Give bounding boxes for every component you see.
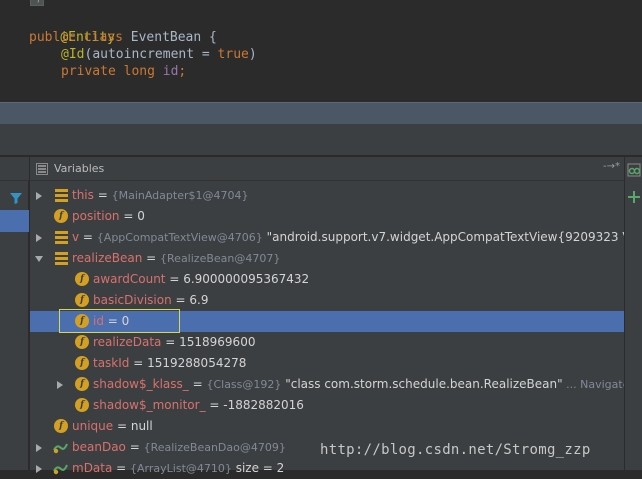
object-icon [55, 252, 68, 265]
right-tool-strip [624, 157, 642, 470]
variables-header: Variables -→* [30, 157, 624, 181]
object-icon [55, 231, 68, 244]
watermark: http://blog.csdn.net/Stromg_zzp [320, 442, 591, 458]
field-icon: f [75, 272, 89, 286]
link-field-icon [53, 443, 68, 454]
code-line-2: public class EventBean { [29, 30, 217, 45]
field-icon: f [75, 398, 89, 412]
field-icon: f [75, 335, 89, 349]
code-line-1: @Entity [60, 30, 116, 45]
field-icon: f [54, 419, 68, 433]
fold-marker[interactable]: */ [30, 0, 44, 6]
pin-icon[interactable]: -→* [603, 161, 620, 172]
tree-row-v[interactable]: v = {AppCompatTextView@4706} "android.su… [30, 227, 624, 248]
tree-row-mData[interactable]: mData = {ArrayList@4710} size = 2 [30, 458, 624, 479]
field-icon: f [75, 293, 89, 307]
collapse-arrow-icon[interactable] [35, 256, 43, 262]
debug-tool-header [0, 102, 642, 124]
navigate-link[interactable]: ... Navigate [563, 378, 624, 391]
tree-row-shadow-monitor[interactable]: f shadow$_monitor_ = -1882882016 [30, 395, 624, 416]
code-line-3: @Id(autoincrement = true) [61, 47, 257, 62]
tree-row-basicDivision[interactable]: f basicDivision = 6.9 [30, 290, 624, 311]
field-icon: f [75, 377, 89, 391]
frames-panel [0, 157, 29, 470]
link-field-icon [53, 464, 68, 475]
expand-arrow-icon[interactable] [36, 192, 42, 200]
add-watch-icon[interactable] [627, 190, 641, 204]
variables-title: Variables [54, 162, 105, 175]
filter-icon[interactable] [9, 191, 23, 205]
tree-row-unique[interactable]: f unique = null [30, 416, 624, 437]
selected-frame[interactable] [0, 210, 29, 232]
frames-header [0, 157, 29, 181]
code-editor[interactable]: */ @Entity public class EventBean { @Id(… [0, 0, 642, 100]
expand-arrow-icon[interactable] [36, 444, 42, 452]
code-line-4: private long id; [61, 64, 187, 79]
object-icon [55, 189, 68, 202]
tree-row-taskId[interactable]: f taskId = 1519288054278 [30, 353, 624, 374]
expand-arrow-icon[interactable] [36, 234, 42, 242]
field-icon: f [54, 209, 68, 223]
tree-row-position[interactable]: f position = 0 [30, 206, 624, 227]
debug-toolbar [0, 124, 642, 156]
watches-icon[interactable] [627, 163, 641, 177]
tree-row-shadow-klass[interactable]: f shadow$_klass_ = {Class@192} "class co… [30, 374, 624, 395]
tree-row-awardCount[interactable]: f awardCount = 6.900000095367432 [30, 269, 624, 290]
variables-icon [36, 163, 48, 175]
highlight-box [59, 309, 180, 333]
tree-row-realizeBean[interactable]: realizeBean = {RealizeBean@4707} [30, 248, 624, 269]
field-icon: f [75, 356, 89, 370]
tree-row-this[interactable]: this = {MainAdapter$1@4704} [30, 185, 624, 206]
tree-row-realizeData[interactable]: f realizeData = 1518969600 [30, 332, 624, 353]
expand-arrow-icon[interactable] [57, 381, 63, 389]
variables-panel: Variables -→* this = {MainAdapter$1@4704… [30, 157, 624, 475]
expand-arrow-icon[interactable] [36, 465, 42, 473]
